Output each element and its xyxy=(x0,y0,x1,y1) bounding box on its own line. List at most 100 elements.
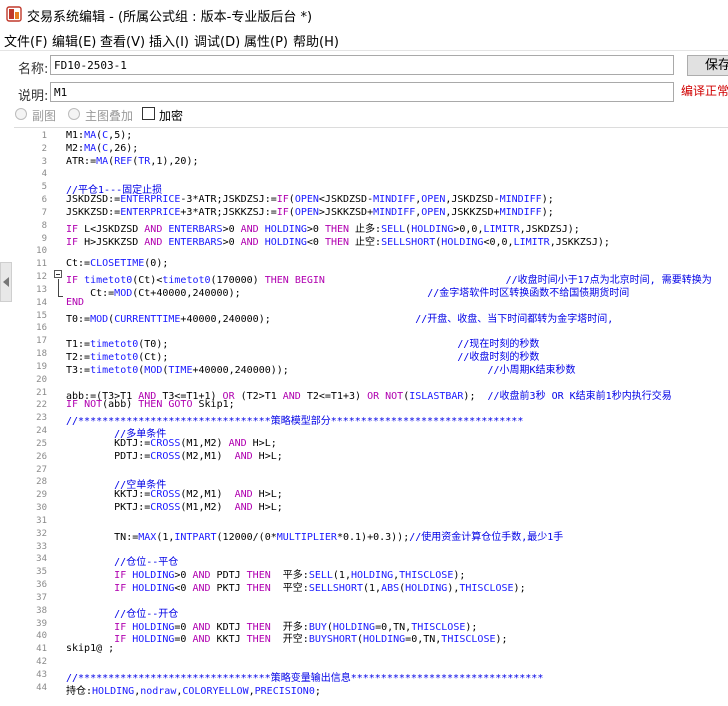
fold-collapse-icon[interactable] xyxy=(54,270,62,278)
side-panel-expand-icon[interactable] xyxy=(0,262,12,302)
code-editor[interactable]: 1 2 3 4 5 6 7 8 9 10 11 12 13 14 15 16 17 18 19 20 21 22 23 24 2… xyxy=(14,127,728,706)
code-token: (T2>T1 xyxy=(234,390,283,402)
menu-view[interactable]: 查看(V) xyxy=(100,31,145,50)
code-line[interactable]: IF H>JSKKZSD AND ENTERBARS>0 AND HOLDING… xyxy=(66,233,610,248)
code-token: nodraw xyxy=(140,685,177,697)
line-number: 34 xyxy=(36,554,47,565)
code-token: T0:= xyxy=(66,313,91,325)
line-number: 5 xyxy=(41,182,47,193)
code-token: //小周期K结束秒数 xyxy=(487,364,576,376)
code-line[interactable]: skip1@ ; xyxy=(66,643,114,654)
code-token: timetot0 xyxy=(90,364,139,376)
code-token: ,5); xyxy=(108,130,133,141)
code-line[interactable]: ATR:=MA(REF(TR,1),20); xyxy=(66,156,199,167)
code-token: THEN xyxy=(246,634,271,646)
code-token: AND xyxy=(228,437,247,449)
line-number: 15 xyxy=(36,310,47,321)
line-number: 12 xyxy=(36,272,47,283)
code-line[interactable]: Ct:=MOD(Ct+40000,240000); //金字塔软件时区转换函数不… xyxy=(66,284,629,299)
code-token: ENTERPRICE xyxy=(120,206,181,218)
line-number: 7 xyxy=(41,207,47,218)
name-input[interactable]: FD10-2503-1 xyxy=(50,55,674,75)
code-token: CURRENTTIME xyxy=(114,313,181,325)
menu-debug[interactable]: 调试(D) xyxy=(194,31,240,50)
code-token: MULTIPLIER xyxy=(276,531,337,543)
code-token: OPEN xyxy=(294,194,319,206)
code-token: T2<=T1+3) xyxy=(300,390,368,402)
code-token: PDTJ:= xyxy=(66,450,151,462)
code-token: +3*ATR;JSKKZSJ:= xyxy=(180,206,277,218)
code-token: MOD xyxy=(90,313,109,325)
code-line[interactable]: 持仓:HOLDING,nodraw,COLORYELLOW,PRECISION0… xyxy=(66,682,321,697)
line-number: 4 xyxy=(41,169,47,180)
code-line[interactable]: T3:=timetot0(MOD(TIME+40000,240000)); //… xyxy=(66,361,576,376)
menu-insert[interactable]: 插入(I) xyxy=(149,31,189,50)
code-token: //使用资金计算仓位手数,最少1手 xyxy=(409,531,564,543)
code-line[interactable]: JSKKZSD:=ENTERPRICE+3*ATR;JSKKZSJ:=IF(OP… xyxy=(66,207,554,218)
code-line[interactable]: M1:MA(C,5); xyxy=(66,130,132,141)
code-token: skip1@ ; xyxy=(66,643,115,655)
line-number: 11 xyxy=(36,259,47,270)
code-token: KKTJ:= xyxy=(66,489,151,501)
main-overlay-option[interactable]: 主图叠加 xyxy=(68,107,143,123)
code-line[interactable]: M2:MA(C,26); xyxy=(66,143,138,154)
description-input[interactable]: M1 xyxy=(50,82,674,102)
code-token: IF xyxy=(114,583,127,595)
code-line[interactable]: T0:=MOD(CURRENTTIME+40000,240000); //开盘、… xyxy=(66,310,613,325)
menu-properties[interactable]: 属性(P) xyxy=(244,31,288,50)
code-token: *0.1)+0.3)); xyxy=(336,531,410,543)
line-number: 42 xyxy=(36,657,47,668)
code-token: MINDIFF xyxy=(499,206,542,218)
app-icon xyxy=(6,6,22,22)
code-token: MOD xyxy=(114,287,133,299)
save-button[interactable]: 保存 xyxy=(687,55,728,76)
code-token: ); xyxy=(495,634,508,646)
code-token: JSKDZSD:= xyxy=(66,194,121,206)
subchart-radio[interactable] xyxy=(15,108,27,120)
code-line[interactable]: PDTJ:=CROSS(M2,M1) AND H>L; xyxy=(66,451,283,462)
menu-edit[interactable]: 编辑(E) xyxy=(52,31,96,50)
code-token: IF xyxy=(276,206,289,218)
code-token: SELLSHORT xyxy=(308,583,363,595)
code-token: //收盘前3秒 OR K结束前1秒内执行交易 xyxy=(487,390,672,402)
encrypt-checkbox[interactable] xyxy=(142,107,155,120)
line-number: 6 xyxy=(41,195,47,206)
code-token: IF xyxy=(66,236,79,248)
code-line[interactable]: KKTJ:=CROSS(M2,M1) AND H>L; xyxy=(66,489,283,500)
menu-file[interactable]: 文件(F) xyxy=(4,31,48,50)
code-token: HOLDING xyxy=(92,685,135,697)
main-overlay-radio[interactable] xyxy=(68,108,80,120)
line-number: 41 xyxy=(36,644,47,655)
code-token: AND xyxy=(234,502,253,514)
name-label: 名称: xyxy=(18,62,49,77)
code-line[interactable]: TN:=MAX(1,INTPART(12000/(0*MULTIPLIER*0.… xyxy=(66,528,563,543)
subchart-option[interactable]: 副图 xyxy=(15,107,65,123)
line-number: 26 xyxy=(36,451,47,462)
code-line[interactable]: IF HOLDING=0 AND KKTJ THEN 开空:BUYSHORT(H… xyxy=(66,630,508,646)
code-line[interactable]: IF HOLDING<0 AND PKTJ THEN 平空:SELLSHORT(… xyxy=(66,579,525,595)
code-token: Ct:= xyxy=(66,258,91,270)
code-line[interactable]: PKTJ:=CROSS(M1,M2) AND H>L; xyxy=(66,502,283,513)
code-token: CROSS xyxy=(150,450,181,462)
line-number-gutter: 1 2 3 4 5 6 7 8 9 10 11 12 13 14 15 16 17 18 19 20 21 22 23 24 2… xyxy=(14,128,52,706)
code-line[interactable]: IF NOT(abb) THEN GOTO Skip1; xyxy=(66,399,235,410)
code-line[interactable]: KDTJ:=CROSS(M1,M2) AND H>L; xyxy=(66,438,277,449)
code-token: THISCLOSE xyxy=(441,634,496,646)
code-token: 持仓: xyxy=(66,685,93,697)
line-number: 19 xyxy=(36,361,47,372)
line-number: 23 xyxy=(36,413,47,424)
menu-separator xyxy=(0,50,728,51)
code-token: ); xyxy=(463,390,488,402)
code-line[interactable]: JSKDZSD:=ENTERPRICE-3*ATR;JSKDZSJ:=IF(OP… xyxy=(66,194,554,205)
menu-help[interactable]: 帮助(H) xyxy=(293,31,339,50)
line-number: 17 xyxy=(36,336,47,347)
code-token: MA xyxy=(96,155,109,167)
code-token: ); xyxy=(541,194,554,206)
line-number: 3 xyxy=(41,156,47,167)
code-line[interactable]: Ct:=CLOSETIME(0); xyxy=(66,258,168,269)
encrypt-option[interactable]: 加密 xyxy=(142,107,192,123)
code-line[interactable]: END xyxy=(66,297,84,308)
code-token: (0); xyxy=(144,258,169,270)
line-number: 36 xyxy=(36,580,47,591)
